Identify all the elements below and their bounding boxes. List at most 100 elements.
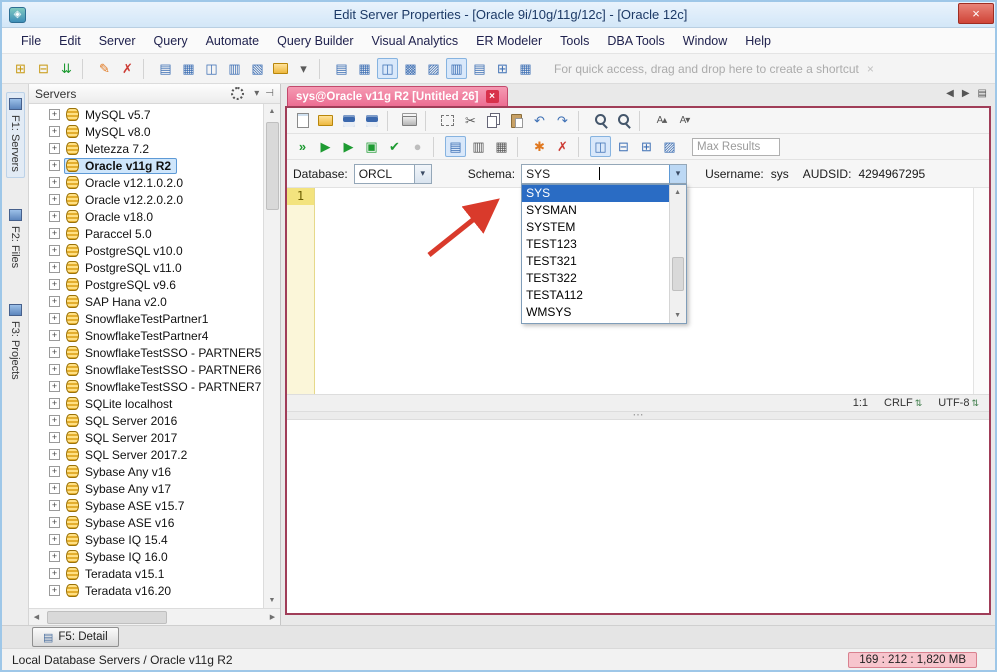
server-tree-item[interactable]: + SAP Hana v2.0 (29, 293, 263, 310)
toolbar-separator[interactable] (319, 59, 326, 79)
tree-expander-icon[interactable]: + (49, 449, 60, 460)
menu-query-builder[interactable]: Query Builder (268, 30, 362, 52)
scroll-thumb[interactable] (672, 257, 684, 291)
tree-expander-icon[interactable]: + (49, 381, 60, 392)
tree-vertical-scrollbar[interactable]: ▲ ▼ (263, 104, 280, 608)
tab-list-icon[interactable]: ▤ (978, 88, 987, 99)
schema-option[interactable]: SYSTEM (522, 219, 669, 236)
tree-expander-icon[interactable]: + (49, 330, 60, 341)
server-tree-item[interactable]: + Netezza 7.2 (29, 140, 263, 157)
new-file-icon[interactable] (292, 110, 313, 131)
layout-grid-icon[interactable]: ▦ (354, 58, 375, 79)
tree-expander-icon[interactable]: + (49, 483, 60, 494)
gear-icon[interactable] (227, 83, 248, 104)
tree-expander-icon[interactable]: + (49, 296, 60, 307)
tree-expander-icon[interactable]: + (49, 279, 60, 290)
dock-tab-projects[interactable]: F3: Projects (7, 299, 24, 385)
server-tree-item[interactable]: + SnowflakeTestPartner1 (29, 310, 263, 327)
hint-close-icon[interactable]: × (867, 62, 874, 76)
server-tree-item[interactable]: + Oracle v11g R2 (29, 157, 263, 174)
schema-option[interactable]: TEST123 (522, 236, 669, 253)
menu-dba-tools[interactable]: DBA Tools (598, 30, 673, 52)
server-tree-item[interactable]: + SnowflakeTestSSO - PARTNER6 (29, 361, 263, 378)
layout-tile-icon[interactable]: ▩ (400, 58, 421, 79)
menu-tools[interactable]: Tools (551, 30, 598, 52)
stop-icon[interactable]: ● (407, 136, 428, 157)
tree-expander-icon[interactable]: + (49, 177, 60, 188)
results-splitter-handle[interactable]: ⋯ (287, 411, 989, 420)
tab-close-icon[interactable]: × (486, 90, 499, 103)
select-block-icon[interactable] (437, 110, 458, 131)
server-tree-item[interactable]: + Sybase IQ 16.0 (29, 548, 263, 565)
server-tree-item[interactable]: + SnowflakeTestSSO - PARTNER5 (29, 344, 263, 361)
execute-script-icon[interactable]: » (292, 136, 313, 157)
save-as-icon[interactable] (361, 110, 382, 131)
tree-expander-icon[interactable]: + (49, 517, 60, 528)
tree-expander-icon[interactable]: + (49, 534, 60, 545)
edit-server-icon[interactable]: ✎ (94, 58, 115, 79)
tree-expander-icon[interactable]: + (49, 364, 60, 375)
split-horizontal-icon[interactable]: ⊟ (613, 136, 634, 157)
execute-explain-icon[interactable]: ✔ (384, 136, 405, 157)
execute-fetch-all-icon[interactable]: ▶ (338, 136, 359, 157)
menu-window[interactable]: Window (674, 30, 736, 52)
tree-expander-icon[interactable]: + (49, 194, 60, 205)
print-icon[interactable] (399, 110, 420, 131)
layout-rows-icon[interactable]: ▥ (446, 58, 467, 79)
server-tree-item[interactable]: + SQLite localhost (29, 395, 263, 412)
database-combo[interactable]: ORCL ▾ (354, 164, 432, 184)
layout-split-icon[interactable]: ◫ (377, 58, 398, 79)
redo-icon[interactable]: ↷ (552, 110, 573, 131)
results-text-view-icon[interactable]: ▥ (468, 136, 489, 157)
server-tree-item[interactable]: + Teradata v15.1 (29, 565, 263, 582)
menu-file[interactable]: File (12, 30, 50, 52)
schema-option[interactable]: SYSMAN (522, 202, 669, 219)
server-tree-item[interactable]: + PostgreSQL v9.6 (29, 276, 263, 293)
layout-reset-icon[interactable]: ▦ (515, 58, 536, 79)
encoding-selector[interactable]: UTF-8 ⇅ (938, 397, 979, 409)
copy-icon[interactable] (483, 110, 504, 131)
new-document-menu-icon[interactable]: ▾ (293, 58, 314, 79)
server-tree-item[interactable]: + SnowflakeTestSSO - PARTNER7 (29, 378, 263, 395)
menu-edit[interactable]: Edit (50, 30, 90, 52)
tree-horizontal-scrollbar[interactable]: ◀ ▶ (29, 608, 280, 625)
server-tree-item[interactable]: + MySQL v5.7 (29, 106, 263, 123)
scroll-thumb[interactable] (47, 611, 167, 624)
schema-option[interactable]: SYS (522, 185, 669, 202)
tree-expander-icon[interactable]: + (49, 160, 60, 171)
cut-icon[interactable]: ✂ (460, 110, 481, 131)
scroll-up-icon[interactable]: ▲ (265, 104, 280, 119)
tree-expander-icon[interactable]: + (49, 313, 60, 324)
menu-visual-analytics[interactable]: Visual Analytics (363, 30, 468, 52)
scroll-right-icon[interactable]: ▶ (265, 610, 280, 625)
tree-expander-icon[interactable]: + (49, 415, 60, 426)
tree-expander-icon[interactable]: + (49, 109, 60, 120)
find-replace-icon[interactable] (613, 110, 634, 131)
scroll-down-icon[interactable]: ▼ (265, 593, 280, 608)
remove-server-icon[interactable]: ✗ (117, 58, 138, 79)
tab-nav-back-icon[interactable]: ◀ (946, 88, 954, 99)
server-tree-item[interactable]: + Sybase ASE v15.7 (29, 497, 263, 514)
menu-help[interactable]: Help (736, 30, 780, 52)
execute-edit-icon[interactable]: ▣ (361, 136, 382, 157)
server-tree-item[interactable]: + Sybase IQ 15.4 (29, 531, 263, 548)
open-file-icon[interactable] (315, 110, 336, 131)
detail-tab[interactable]: ▤ F5: Detail (32, 627, 119, 647)
server-tree-item[interactable]: + Teradata v16.20 (29, 582, 263, 599)
server-tree-item[interactable]: + Sybase Any v16 (29, 463, 263, 480)
server-tree-item[interactable]: + Sybase Any v17 (29, 480, 263, 497)
results-grid-view-icon[interactable]: ▦ (491, 136, 512, 157)
dropdown-scrollbar[interactable]: ▲ ▼ (669, 185, 686, 323)
server-tree-item[interactable]: + MySQL v8.0 (29, 123, 263, 140)
toolbar-separator[interactable] (433, 137, 440, 157)
server-tree-item[interactable]: + SQL Server 2017.2 (29, 446, 263, 463)
layout-editor-icon[interactable]: ▤ (331, 58, 352, 79)
dock-tab-servers[interactable]: F1: Servers (6, 92, 25, 178)
scroll-up-icon[interactable]: ▲ (670, 185, 685, 200)
schema-option[interactable]: WMSYS (522, 304, 669, 321)
menu-server[interactable]: Server (90, 30, 145, 52)
tree-expander-icon[interactable]: + (49, 568, 60, 579)
chevron-down-icon[interactable]: ▾ (669, 165, 686, 183)
import-servers-icon[interactable]: ⇊ (56, 58, 77, 79)
server-tree-item[interactable]: + Oracle v12.2.0.2.0 (29, 191, 263, 208)
